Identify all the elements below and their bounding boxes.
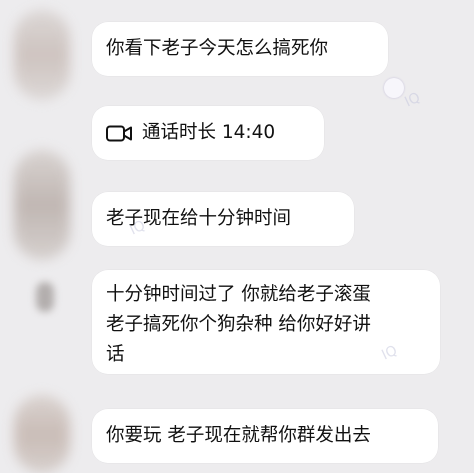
- video-call-icon: [106, 125, 132, 141]
- message-text-line: 十分钟时间过了 你就给老子滚蛋: [106, 284, 371, 305]
- avatar[interactable]: [14, 395, 70, 473]
- message-text: 你要玩 老子现在就帮你群发出去: [106, 425, 371, 446]
- message-text-line: 老子搞死你个狗杂种 给你好好讲: [106, 314, 371, 335]
- avatar[interactable]: [14, 10, 70, 100]
- message-text-line: 话: [106, 344, 125, 365]
- message-bubble[interactable]: 老子现在给十分钟时间: [92, 192, 354, 246]
- blurred-decoration: [36, 282, 54, 312]
- message-text: 你看下老子今天怎么搞死你: [106, 38, 329, 59]
- unread-dot: [384, 78, 404, 98]
- call-duration-label: 通话时长 14:40: [142, 122, 276, 143]
- message-bubble[interactable]: 你看下老子今天怎么搞死你: [92, 22, 388, 76]
- watermark: IQ: [402, 89, 423, 111]
- message-bubble[interactable]: 你要玩 老子现在就帮你群发出去: [92, 409, 438, 463]
- avatar[interactable]: [14, 150, 70, 260]
- call-record-bubble[interactable]: 通话时长 14:40: [92, 106, 324, 160]
